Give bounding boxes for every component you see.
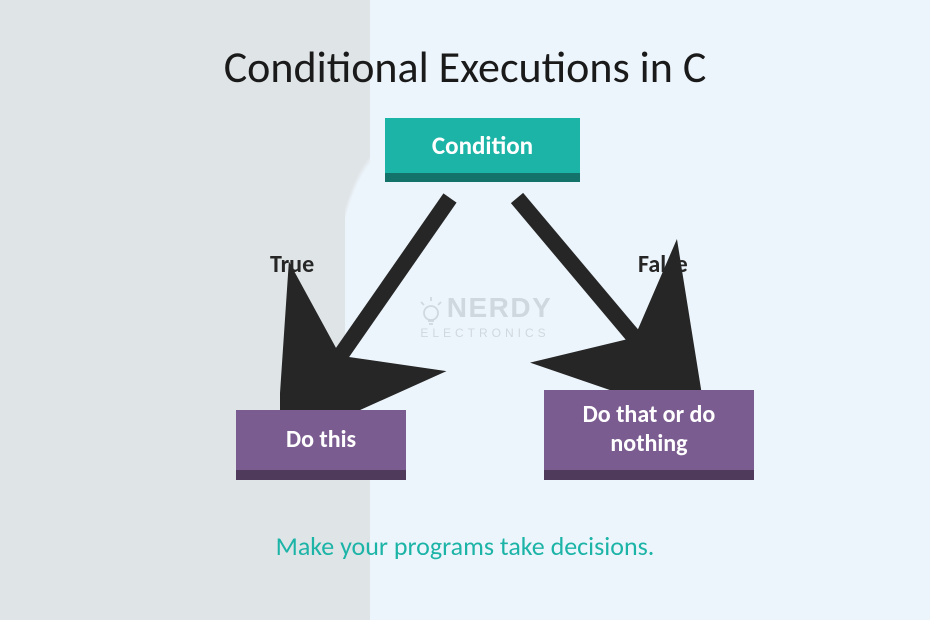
diagram-container: Conditional Executions in C Condition Tr… bbox=[0, 0, 930, 620]
edge-label-true: True bbox=[270, 250, 314, 279]
condition-node-label: Condition bbox=[432, 131, 533, 161]
condition-node: Condition bbox=[385, 118, 580, 182]
watermark-logo: NERDY ELECTRONICS bbox=[370, 295, 600, 340]
do-that-node: Do that or do nothing bbox=[544, 390, 754, 480]
watermark-sub: ELECTRONICS bbox=[370, 328, 600, 339]
do-this-node-label: Do this bbox=[286, 426, 356, 455]
edge-label-false: False bbox=[638, 250, 688, 279]
do-that-node-label: Do that or do nothing bbox=[544, 401, 754, 459]
watermark-brand: NERDY bbox=[447, 292, 553, 323]
arrow-false bbox=[505, 190, 705, 390]
tagline-text: Make your programs take decisions. bbox=[0, 530, 930, 562]
lightbulb-icon bbox=[418, 297, 444, 328]
do-this-node: Do this bbox=[236, 410, 406, 480]
page-title: Conditional Executions in C bbox=[0, 40, 930, 94]
